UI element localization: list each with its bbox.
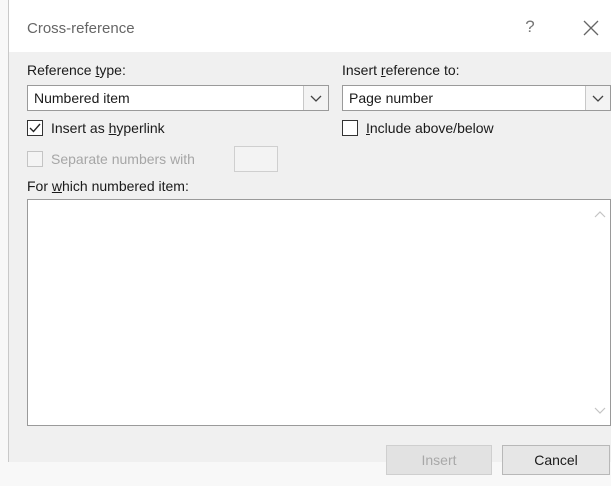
help-button[interactable]: ? [519,16,541,38]
insert-reference-select[interactable]: Page number [342,85,611,111]
cross-reference-dialog: Cross-reference ? Reference type: Number… [8,0,611,475]
reference-type-value: Numbered item [34,90,130,106]
cancel-button[interactable]: Cancel [502,445,610,475]
include-above-below-checkbox[interactable] [342,120,358,136]
separator-input[interactable] [234,146,278,172]
reference-type-dropdown-button[interactable] [303,86,328,110]
close-icon [583,20,599,36]
dialog-title: Cross-reference [27,20,135,37]
which-item-label: For which numbered item: [27,178,189,194]
chevron-down-icon [310,95,322,102]
checkmark-icon [29,123,41,133]
separate-numbers-checkbox[interactable] [27,151,43,167]
insert-reference-label: Insert reference to: [342,62,460,78]
scroll-down-icon[interactable] [594,405,606,415]
insert-reference-value: Page number [349,90,434,106]
insert-as-hyperlink-checkbox[interactable] [27,120,43,136]
reference-type-label: Reference type: [27,62,126,78]
scroll-up-icon[interactable] [594,210,606,220]
reference-type-select[interactable]: Numbered item [27,85,329,111]
numbered-items-list[interactable] [27,199,611,426]
include-above-below-label[interactable]: Include above/below [366,120,494,136]
chevron-down-icon [592,95,604,102]
insert-as-hyperlink-label[interactable]: Insert as hyperlink [51,120,165,136]
help-icon: ? [525,17,535,36]
title-bar: Cross-reference ? [9,0,611,52]
close-button[interactable] [579,16,603,40]
insert-button[interactable]: Insert [386,445,492,475]
separate-numbers-label: Separate numbers with [51,151,195,167]
insert-reference-dropdown-button[interactable] [585,86,610,110]
